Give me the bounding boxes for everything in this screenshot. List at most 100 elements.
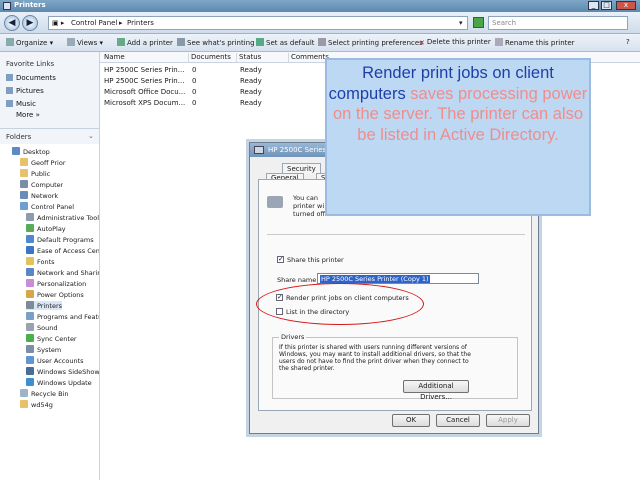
forward-icon[interactable]: ▶	[22, 15, 38, 31]
folders-heading[interactable]: Folders	[6, 133, 31, 141]
tree-item[interactable]: User Accounts	[26, 356, 84, 365]
drivers-text: users do not have to find the print driv…	[279, 358, 469, 365]
cancel-button[interactable]: Cancel	[436, 414, 480, 427]
printer-name: HP 2500C Series Prin...	[104, 66, 185, 74]
highlight-ellipse	[256, 283, 424, 325]
tree-item[interactable]: Recycle Bin	[20, 389, 68, 398]
default-check-icon	[256, 38, 264, 46]
delete-icon: ✕	[419, 39, 425, 47]
column-header-comments[interactable]: Comments	[288, 53, 329, 62]
organize-button[interactable]: Organize ▾	[6, 38, 53, 47]
documents-icon	[6, 74, 13, 81]
tree-item[interactable]: Administrative Tools	[26, 213, 99, 222]
rename-printer-button[interactable]: Rename this printer	[495, 38, 575, 47]
column-header-status[interactable]: Status	[236, 53, 288, 62]
tree-item[interactable]: Computer	[20, 180, 63, 189]
additional-drivers-button[interactable]: Additional Drivers...	[403, 380, 469, 401]
tree-item[interactable]: Ease of Access Center	[26, 246, 99, 255]
toolbar-help-icon[interactable]: ?	[626, 38, 630, 46]
refresh-icon[interactable]	[473, 17, 484, 28]
annotation-callout: Render print jobs on client computers sa…	[325, 58, 591, 216]
add-printer-icon	[117, 38, 125, 46]
views-button[interactable]: Views ▾	[67, 38, 103, 47]
tree-item[interactable]: Power Options	[26, 290, 84, 299]
tree-item[interactable]: Network	[20, 191, 58, 200]
tree-item[interactable]: Default Programs	[26, 235, 94, 244]
address-field[interactable]: ▣ ▸ Control Panel ▸ Printers ▾	[48, 16, 468, 30]
minimize-button[interactable]: _	[588, 1, 599, 10]
favorite-links-heading: Favorite Links	[6, 60, 55, 68]
pictures-icon	[6, 87, 13, 94]
callout-text: Render print jobs on client computers sa…	[327, 63, 589, 145]
maximize-button[interactable]: □	[601, 1, 612, 10]
column-header-name[interactable]: Name	[102, 53, 188, 62]
column-header-documents[interactable]: Documents	[188, 53, 236, 62]
delete-printer-button[interactable]: ✕ Delete this printer	[419, 38, 491, 47]
printer-name: Microsoft XPS Docum...	[104, 99, 186, 107]
back-icon[interactable]: ◀	[4, 15, 20, 31]
printer-docs: 0	[192, 77, 197, 85]
share-name-label: Share name:	[277, 276, 319, 284]
drivers-text: If this printer is shared with users run…	[279, 344, 467, 351]
tree-item[interactable]: Network and Sharing Center	[26, 268, 99, 277]
tree-item[interactable]: Desktop	[12, 147, 50, 156]
search-placeholder: Search	[492, 19, 517, 27]
address-dropdown-icon[interactable]: ▾	[459, 19, 463, 27]
panel-divider	[267, 234, 525, 235]
more-link[interactable]: More »	[16, 111, 40, 119]
tree-item[interactable]: Geoff Prior	[20, 158, 66, 167]
info-line: printer wi	[293, 202, 325, 210]
favorite-documents[interactable]: Documents	[6, 74, 56, 82]
tree-item-selected[interactable]: Printers	[26, 301, 63, 310]
views-icon	[67, 38, 75, 46]
printer-docs: 0	[192, 66, 197, 74]
breadcrumb-separator: ▸	[119, 19, 123, 27]
tree-item[interactable]: Windows Update	[26, 378, 92, 387]
search-input[interactable]: Search	[488, 16, 628, 30]
share-name-value: HP 2500C Series Printer (Copy 1)	[320, 275, 430, 283]
apply-button[interactable]: Apply	[486, 414, 530, 427]
tree-item[interactable]: Public	[20, 169, 50, 178]
rename-icon	[495, 38, 503, 46]
printer-status: Ready	[240, 77, 262, 85]
printer-status: Ready	[240, 99, 262, 107]
tree-item[interactable]: wd54g	[20, 400, 53, 409]
set-default-button[interactable]: Set as default	[256, 38, 315, 47]
printer-name: HP 2500C Series Prin...	[104, 77, 185, 85]
preferences-icon	[318, 38, 326, 46]
breadcrumb-printers[interactable]: Printers	[127, 19, 154, 27]
tree-item[interactable]: Sync Center	[26, 334, 77, 343]
tree-item[interactable]: Sound	[26, 323, 57, 332]
see-whats-printing-button[interactable]: See what's printing	[177, 38, 255, 47]
organize-icon	[6, 38, 14, 46]
drivers-text: Windows, you may want to install additio…	[279, 351, 471, 358]
printing-preferences-button[interactable]: Select printing preferences	[318, 38, 423, 47]
tree-item[interactable]: Personalization	[26, 279, 86, 288]
command-toolbar: Organize ▾ Views ▾ Add a printer See wha…	[0, 34, 640, 52]
favorite-music[interactable]: Music	[6, 100, 36, 108]
folders-collapse-icon[interactable]: ⌄	[88, 132, 94, 140]
tree-item[interactable]: Fonts	[26, 257, 55, 266]
add-printer-button[interactable]: Add a printer	[117, 38, 173, 47]
tree-item[interactable]: System	[26, 345, 61, 354]
queue-icon	[177, 38, 185, 46]
tree-item[interactable]: AutoPlay	[26, 224, 66, 233]
printer-icon	[254, 146, 264, 154]
tree-item[interactable]: Control Panel	[20, 202, 74, 211]
tree-item[interactable]: Windows SideShow	[26, 367, 99, 376]
tree-item[interactable]: Programs and Features	[26, 312, 99, 321]
breadcrumb-control-panel[interactable]: Control Panel	[71, 19, 117, 27]
printer-docs: 0	[192, 99, 197, 107]
share-printer-checkbox[interactable]: ✓	[277, 256, 284, 263]
close-button[interactable]: x	[616, 1, 636, 10]
window-title: Printers	[14, 1, 46, 9]
address-bar: ◀ ▶ ▣ ▸ Control Panel ▸ Printers ▾ Searc…	[0, 12, 640, 34]
favorite-pictures[interactable]: Pictures	[6, 87, 44, 95]
share-printer-label: Share this printer	[287, 256, 344, 264]
info-line: turned off.	[293, 210, 328, 218]
printers-window-icon	[3, 2, 11, 10]
drivers-group: Drivers If this printer is shared with u…	[272, 333, 518, 401]
printers-folder-icon: ▣ ▸	[52, 19, 65, 27]
title-bar: Printers _ □ x	[0, 0, 640, 12]
ok-button[interactable]: OK	[392, 414, 430, 427]
